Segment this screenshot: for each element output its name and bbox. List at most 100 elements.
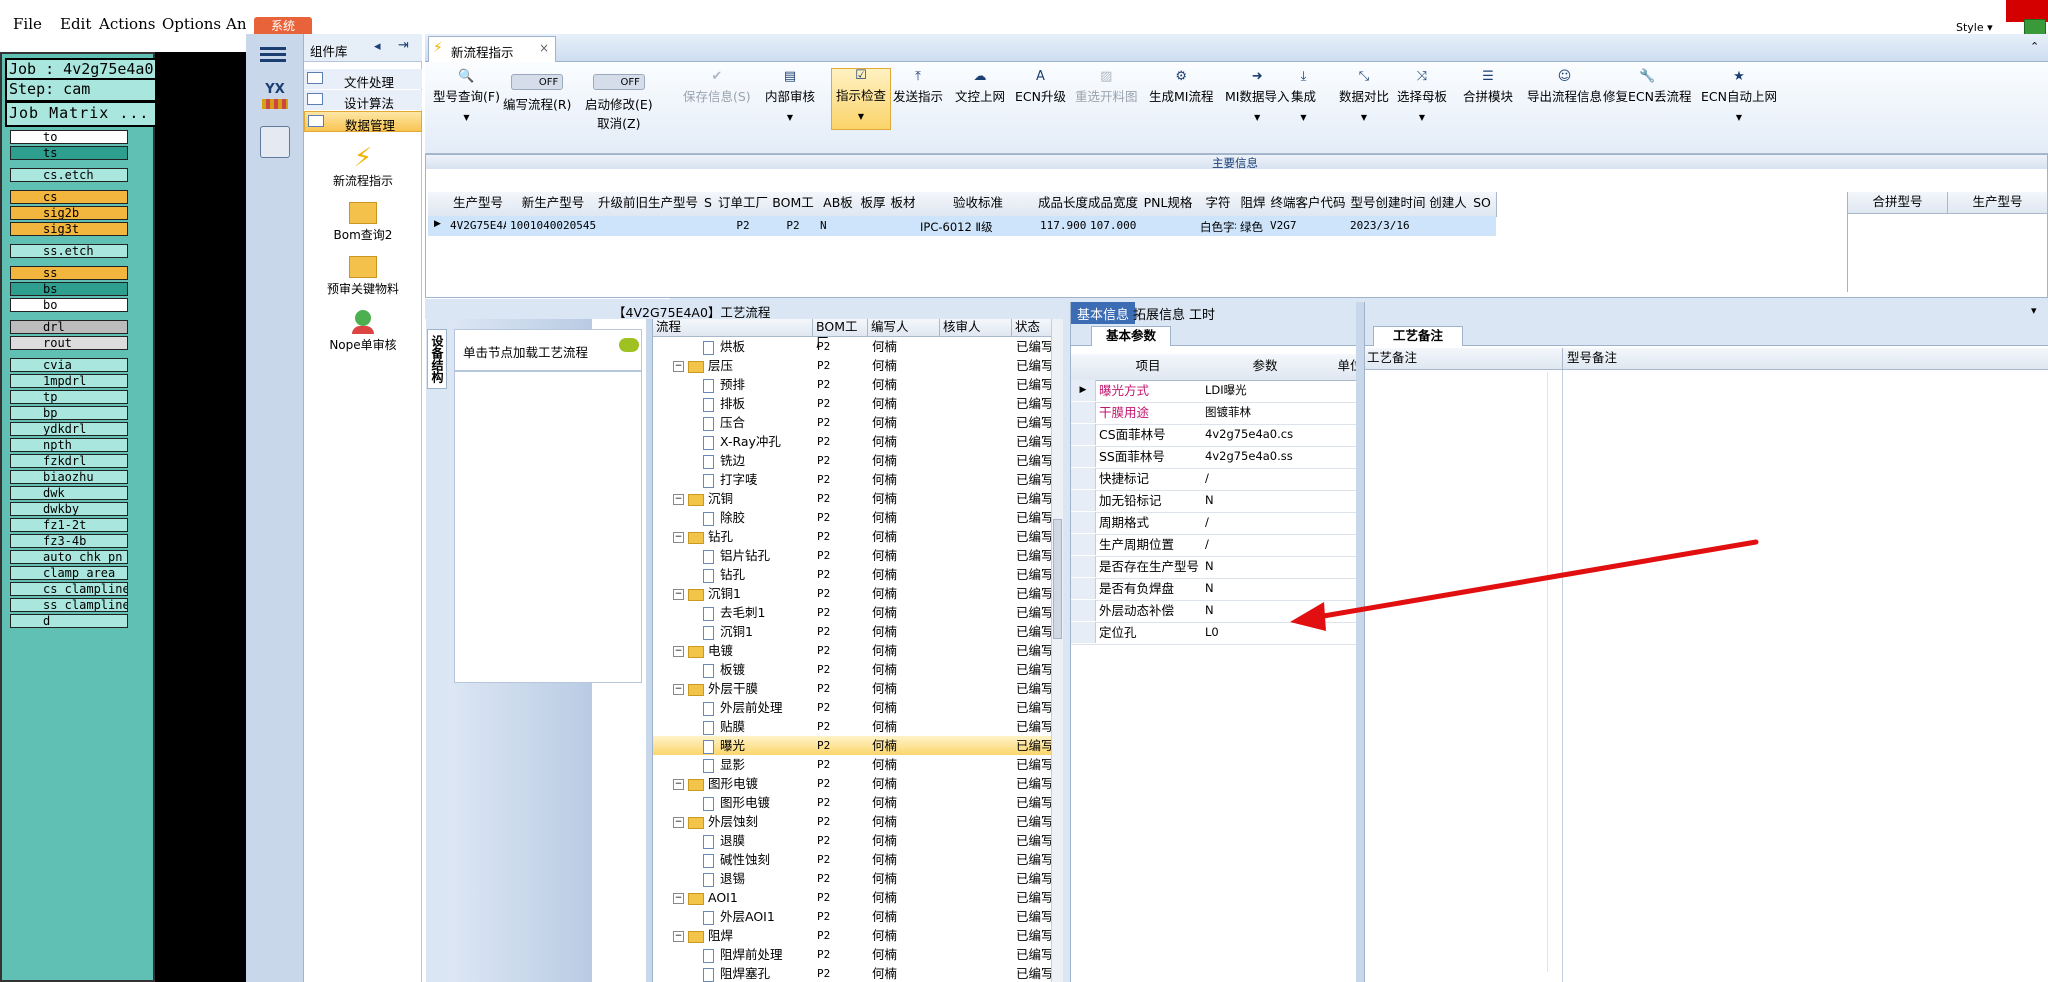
chevron-down-icon[interactable]: ▾ [2031,304,2037,317]
dropdown-arrow-icon[interactable]: ▼ [1225,113,1289,122]
collapse-toggle-icon[interactable]: − [673,893,684,904]
layer-item[interactable]: cvia [10,358,128,372]
dropdown-arrow-icon[interactable]: ▼ [765,113,815,122]
layer-item[interactable]: bo [10,298,128,312]
tree-node[interactable]: 打字唛 P2 何楠 已编写 [653,470,1054,489]
merge-column-header[interactable]: 合拼型号 [1848,192,1948,214]
tree-node[interactable]: 显影 P2 何楠 已编写 [653,755,1054,774]
main-column-header[interactable]: AB板 [818,192,859,217]
sidebar-item-file[interactable]: 文件处理 [304,69,422,90]
tree-node[interactable]: 铣边 P2 何楠 已编写 [653,451,1054,470]
tree-node[interactable]: 阻焊前处理 P2 何楠 已编写 [653,945,1054,964]
main-column-header[interactable]: 字符 [1198,192,1239,217]
layer-item[interactable]: ydkdrl [10,422,128,436]
toolbar-btn-4[interactable]: ▤ 内部审核 ▼ [765,70,815,123]
main-column-header[interactable]: 升级前旧生产型号 [598,192,699,217]
toggle-switch[interactable]: OFF [592,74,645,90]
layer-item[interactable]: fz1-2t [10,518,128,532]
layer-item[interactable]: dwk [10,486,128,500]
layer-item[interactable]: npth [10,438,128,452]
layer-item[interactable]: to [10,130,128,144]
calculator-icon[interactable] [260,126,290,158]
model-notes-cell[interactable] [1563,370,2048,982]
tree-node[interactable]: 曝光 P2 何楠 已编写 [653,736,1054,755]
menu-analysis[interactable]: An [226,15,247,33]
toolbar-btn-15[interactable]: ☰ 合拼模块 [1463,70,1513,105]
tree-node[interactable]: 铝片钻孔 P2 何楠 已编写 [653,546,1054,565]
flow-column-header[interactable]: 核审人 [940,319,1012,337]
param-value-cell[interactable]: / [1205,534,1209,555]
close-icon[interactable]: × [539,41,549,55]
toolbar-btn-1[interactable]: OFF 编写流程(R) [503,74,571,113]
notes-column-header[interactable]: 型号备注 [1563,348,2048,370]
flow-column-header[interactable]: BOM工厂 [813,319,868,350]
flow-column-header[interactable]: 流程 [653,319,813,337]
tree-node[interactable]: − 外层蚀刻 P2 何楠 已编写 [653,812,1054,831]
dropdown-arrow-icon[interactable]: ▼ [1701,113,1777,122]
tab-process-notes[interactable]: 工艺备注 [1373,326,1463,346]
param-value-cell[interactable]: N [1205,490,1214,511]
tree-node[interactable]: − AOI1 P2 何楠 已编写 [653,888,1054,907]
chevron-up-icon[interactable]: ⌃ [2030,40,2039,53]
tree-node[interactable]: − 沉铜 P2 何楠 已编写 [653,489,1054,508]
main-column-header[interactable]: 型号创建时间 [1348,192,1429,217]
layer-item[interactable]: dwkby [10,502,128,516]
main-column-header[interactable]: S版 [698,192,719,232]
param-value-cell[interactable]: / [1205,512,1209,533]
toolbar-btn-13[interactable]: ⤡ 数据对比 ▼ [1339,70,1389,123]
param-column-header[interactable]: 项目 [1095,354,1202,381]
tree-node[interactable]: 压合 P2 何楠 已编写 [653,413,1054,432]
collapse-toggle-icon[interactable]: − [673,817,684,828]
tree-node[interactable]: 碱性蚀刻 P2 何楠 已编写 [653,850,1054,869]
main-column-header[interactable]: 验收标准 [918,192,1039,217]
collapse-toggle-icon[interactable]: − [673,589,684,600]
tree-node[interactable]: 钻孔 P2 何楠 已编写 [653,565,1054,584]
notes-scrollbar[interactable] [1547,372,1559,972]
process-notes-cell[interactable] [1365,370,1563,982]
toolbar-btn-12[interactable]: ⤓ 集成 ▼ [1291,70,1316,123]
layer-item[interactable]: sig2b [10,206,128,220]
menu-actions[interactable]: Actions [99,15,155,33]
collapse-toggle-icon[interactable]: − [673,532,684,543]
toolbar-btn-16[interactable]: ☺ 导出流程信息 [1527,70,1602,105]
tree-node[interactable]: − 沉铜1 P2 何楠 已编写 [653,584,1054,603]
action-nope-audit[interactable]: Nope单审核 [304,306,422,356]
tree-node[interactable]: 图形电镀 P2 何楠 已编写 [653,793,1054,812]
menu-options[interactable]: Options [162,15,221,33]
toolbar-btn-14[interactable]: ⤨ 选择母板 ▼ [1397,70,1447,123]
layer-item[interactable]: d [10,614,128,628]
layer-item[interactable]: biaozhu [10,470,128,484]
action-new-flow[interactable]: ⚡ 新流程指示 [304,144,422,194]
toggle-switch[interactable]: OFF [511,74,564,90]
param-value-cell[interactable]: 4v2g75e4a0.cs [1205,424,1293,445]
action-preaudit-material[interactable]: 预审关键物料 [304,252,422,302]
hamburger-icon[interactable] [260,44,286,66]
toolbar-btn-0[interactable]: 🔍 型号查询(F) ▼ [433,70,500,123]
param-value-cell[interactable]: 图镀菲林 [1205,402,1251,423]
layer-item[interactable]: rout [10,336,128,350]
layer-item[interactable]: ss_clampline [10,598,128,612]
layer-item[interactable]: cs.etch [10,168,128,182]
tree-node[interactable]: − 阻焊 P2 何楠 已编写 [653,926,1054,945]
layer-item[interactable]: fzkdrl [10,454,128,468]
main-column-header[interactable]: 生产型号 [448,192,509,217]
system-tab[interactable]: 系统 [254,17,312,35]
tree-node[interactable]: − 电镀 P2 何楠 已编写 [653,641,1054,660]
param-value-cell[interactable]: L0 [1205,622,1219,643]
toolbar-btn-11[interactable]: ➜ MI数据导入 ▼ [1225,70,1289,123]
dropdown-arrow-icon[interactable]: ▼ [1291,113,1316,122]
layer-item[interactable]: cs_clampline [10,582,128,596]
layer-item[interactable]: sig3t [10,222,128,236]
layer-item[interactable]: tp [10,390,128,404]
tree-node[interactable]: 烘板 P2 何楠 已编写 [653,337,1054,356]
merge-column-header[interactable]: 生产型号 [1948,192,2048,214]
param-column-header[interactable]: 参数 [1201,354,1330,381]
dropdown-arrow-icon[interactable]: ▼ [433,113,500,122]
tree-node[interactable]: − 层压 P2 何楠 已编写 [653,356,1054,375]
tree-node[interactable]: 排板 P2 何楠 已编写 [653,394,1054,413]
main-column-header[interactable]: 板厚 [858,192,889,217]
collapse-left-icon[interactable]: ◂ [374,39,381,54]
toolbar-btn-17[interactable]: 🔧 修复ECN丢流程 [1603,70,1691,105]
tree-node[interactable]: 预排 P2 何楠 已编写 [653,375,1054,394]
layer-item[interactable]: fz3-4b [10,534,128,548]
